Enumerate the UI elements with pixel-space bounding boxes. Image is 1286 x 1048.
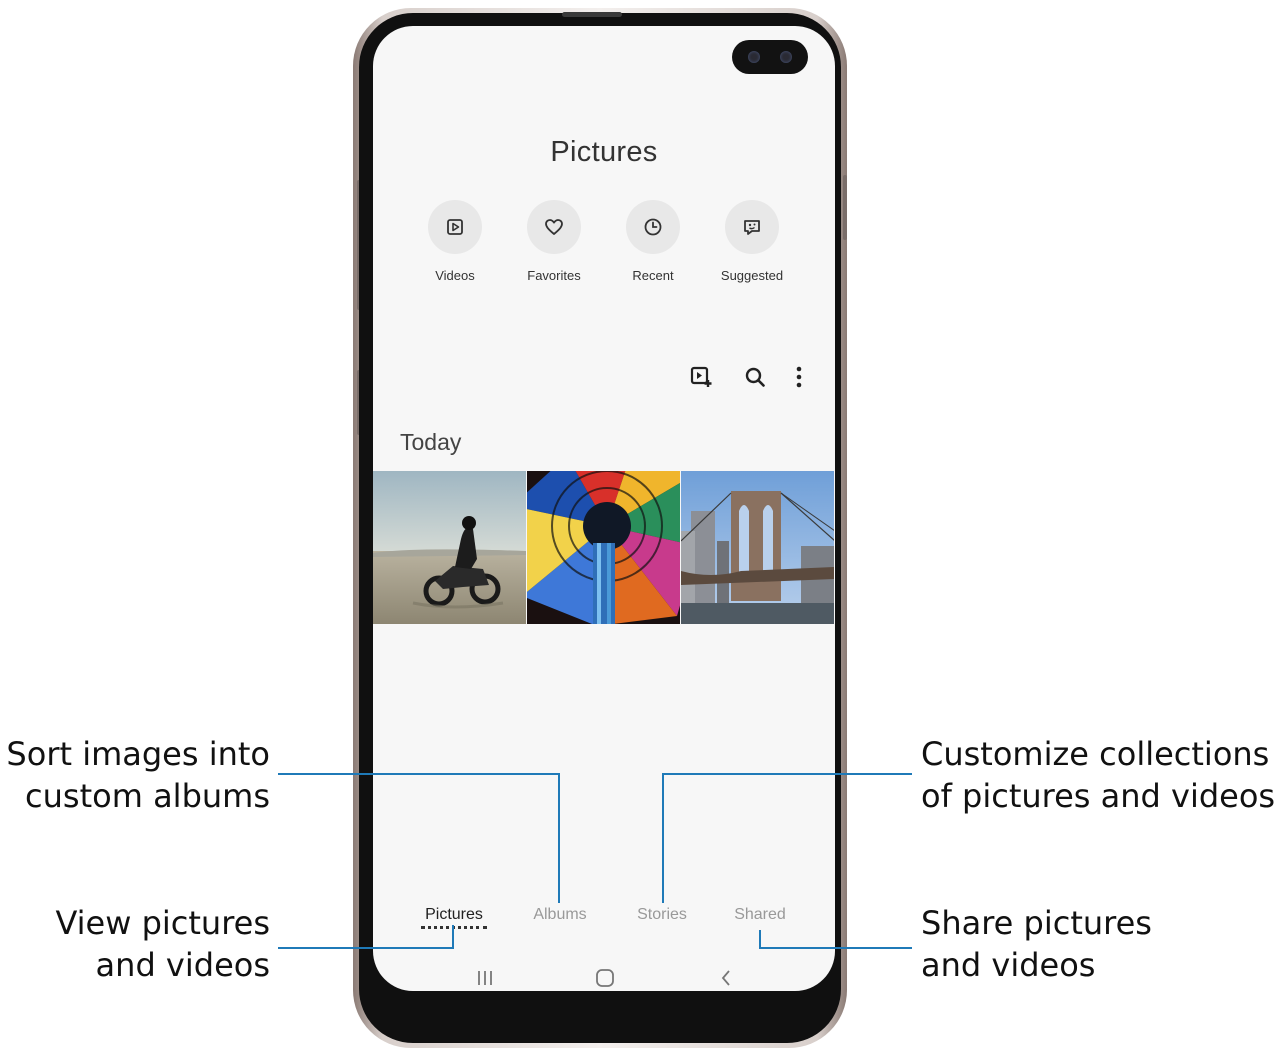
back-icon[interactable] (711, 966, 741, 990)
heart-icon (527, 200, 581, 254)
callout-line-albums (558, 773, 560, 903)
callout-pictures-line1: View pictures (55, 904, 270, 942)
callout-line-albums (278, 773, 560, 775)
callout-line-shared (759, 930, 761, 949)
callout-stories: Customize collections of pictures and vi… (921, 733, 1286, 817)
earpiece-speaker (562, 12, 622, 17)
create-story-icon[interactable] (686, 362, 716, 392)
front-camera (732, 40, 808, 74)
quick-videos[interactable]: Videos (405, 200, 505, 283)
section-date-label: Today (400, 429, 462, 455)
callout-albums-line2: custom albums (25, 777, 270, 815)
quick-favorites[interactable]: Favorites (504, 200, 604, 283)
motorcycle-photo[interactable] (373, 471, 526, 624)
callout-albums: Sort images into custom albums (0, 733, 270, 817)
tab-shared[interactable]: Shared (726, 906, 794, 924)
callout-line-pictures (452, 925, 454, 949)
recents-icon[interactable] (470, 966, 500, 990)
page-title: Pictures (550, 136, 658, 168)
callout-shared: Share pictures and videos (921, 902, 1261, 986)
power-button (843, 175, 847, 240)
callout-line-shared (759, 947, 912, 949)
play-icon (428, 200, 482, 254)
callout-line-pictures (278, 947, 454, 949)
quick-suggested[interactable]: Suggested (702, 200, 802, 283)
more-options-icon[interactable] (784, 362, 814, 392)
quick-label: Recent (632, 268, 674, 283)
quick-label: Videos (435, 268, 475, 283)
suggested-icon (725, 200, 779, 254)
search-icon[interactable] (740, 362, 770, 392)
phone-screen: Pictures Videos Favorites Recent Suggest… (373, 26, 835, 991)
quick-label: Suggested (720, 268, 784, 283)
stained-glass-dome-photo[interactable] (527, 471, 680, 624)
quick-recent[interactable]: Recent (603, 200, 703, 283)
tab-pictures[interactable]: Pictures (421, 906, 487, 929)
tab-albums[interactable]: Albums (525, 906, 595, 924)
callout-shared-line2: and videos (921, 946, 1096, 984)
callout-pictures-line2: and videos (95, 946, 270, 984)
brooklyn-bridge-photo[interactable] (681, 471, 834, 624)
callout-albums-line1: Sort images into (6, 735, 270, 773)
callout-stories-line1: Customize collections (921, 735, 1270, 773)
clock-icon (626, 200, 680, 254)
quick-label: Favorites (527, 268, 581, 283)
callout-line-stories (662, 773, 664, 903)
callout-stories-line2: of pictures and videos (921, 777, 1276, 815)
home-icon[interactable] (590, 966, 620, 990)
callout-shared-line1: Share pictures (921, 904, 1152, 942)
callout-line-stories (662, 773, 912, 775)
tab-stories[interactable]: Stories (627, 906, 697, 924)
callout-pictures: View pictures and videos (0, 902, 270, 986)
